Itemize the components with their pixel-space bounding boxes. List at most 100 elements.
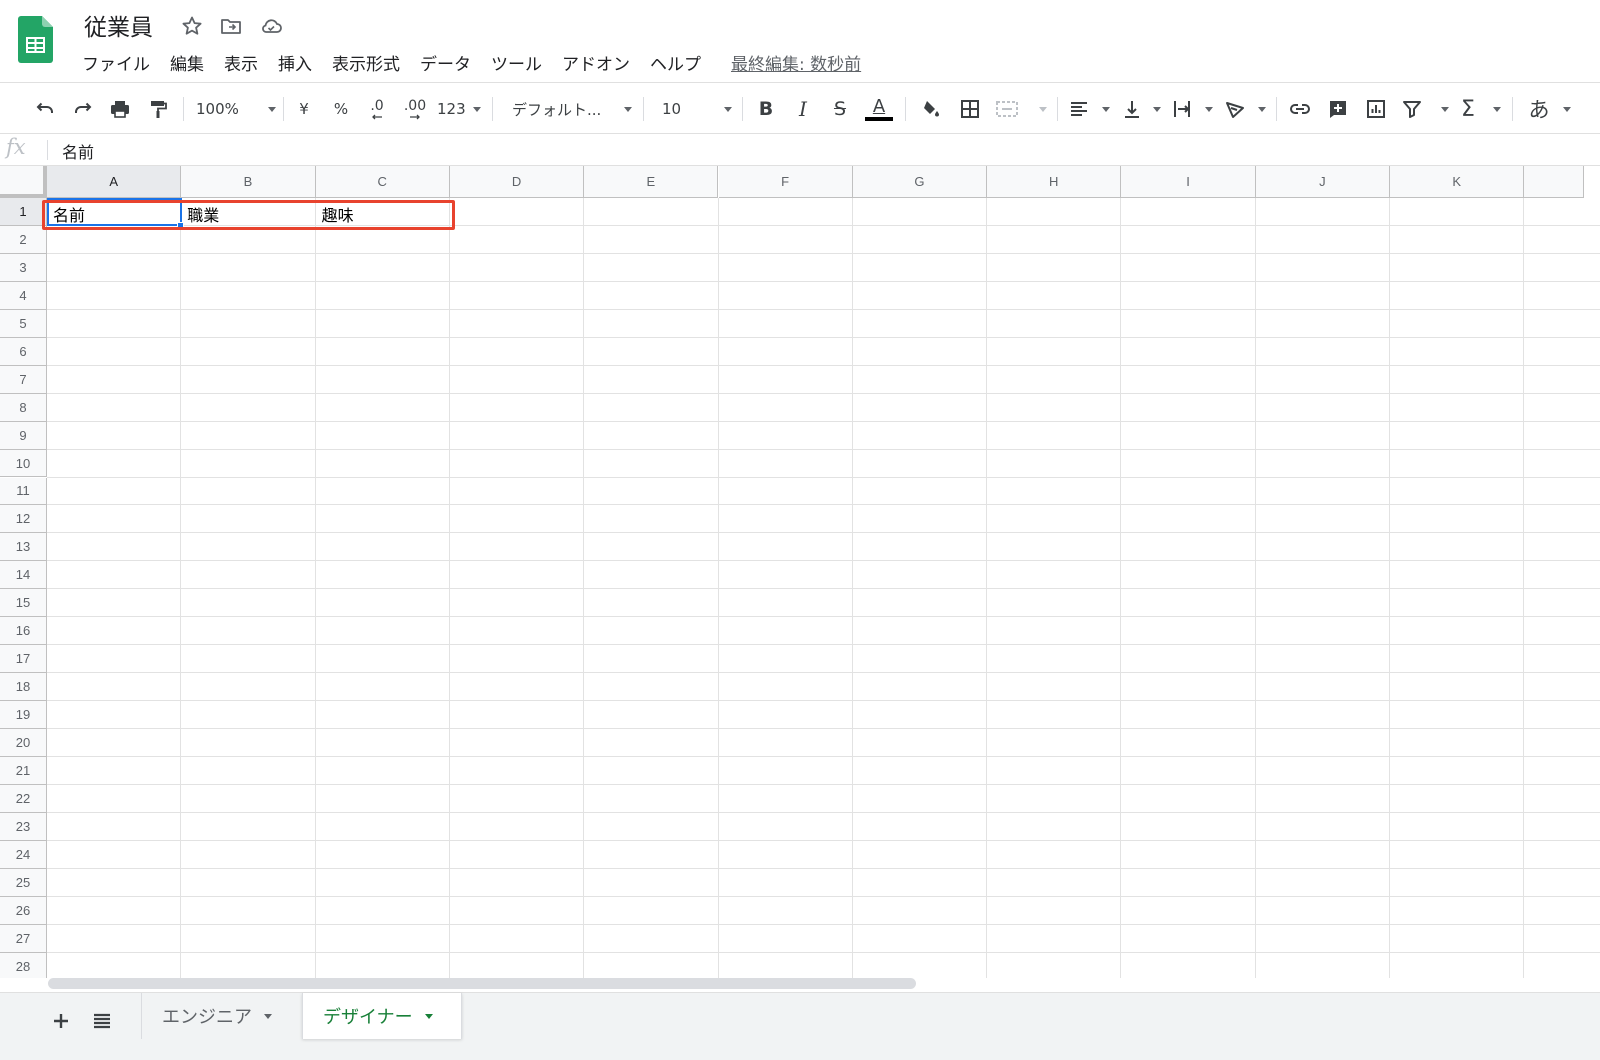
horizontal-align-button[interactable]: [1068, 95, 1110, 123]
spreadsheet-grid[interactable]: A B C D E F G H I J K 1 2 3 4 5 6 7 8 9 10 11 12 13 14 15 16 17 18 19…: [0, 166, 1600, 978]
title-bar: 従業員 ファイル 編集 表示 挿入 表示形式 データ ツール アドオン ヘルプ …: [0, 0, 1600, 82]
column-header-a[interactable]: A: [47, 166, 182, 198]
row-header-3[interactable]: 3: [0, 253, 47, 282]
row-header-19[interactable]: 19: [0, 701, 47, 730]
row-header-27[interactable]: 27: [0, 924, 47, 953]
row-header-4[interactable]: 4: [0, 281, 47, 310]
all-sheets-button[interactable]: [84, 1003, 120, 1039]
row-header-23[interactable]: 23: [0, 812, 47, 841]
input-tools-button[interactable]: あ: [1524, 95, 1554, 123]
zoom-select[interactable]: 100%: [196, 95, 276, 123]
font-family-select[interactable]: デフォルト...: [512, 95, 632, 123]
row-header-21[interactable]: 21: [0, 757, 47, 785]
insert-comment-icon[interactable]: [1324, 95, 1352, 123]
menu-help[interactable]: ヘルプ: [650, 50, 711, 75]
row-header-15[interactable]: 15: [0, 589, 47, 618]
bold-icon[interactable]: B: [752, 95, 780, 123]
star-icon[interactable]: [180, 14, 204, 38]
row-header-28[interactable]: 28: [0, 952, 47, 978]
text-wrapping-button[interactable]: [1171, 95, 1213, 123]
chevron-down-icon[interactable]: [424, 1013, 433, 1019]
column-header-h[interactable]: H: [987, 166, 1122, 198]
chevron-down-icon: [1258, 106, 1266, 112]
print-icon[interactable]: [106, 95, 134, 123]
document-title[interactable]: 従業員: [84, 8, 153, 42]
column-header-b[interactable]: B: [181, 166, 316, 198]
menu-addons[interactable]: アドオン: [562, 50, 640, 75]
strikethrough-icon[interactable]: S: [826, 95, 854, 123]
menu-file[interactable]: ファイル: [82, 50, 160, 75]
column-header-j[interactable]: J: [1255, 166, 1390, 198]
borders-icon[interactable]: [956, 95, 984, 123]
fill-color-icon[interactable]: [916, 95, 944, 123]
font-size-select[interactable]: 10: [662, 95, 732, 123]
row-header-20[interactable]: 20: [0, 729, 47, 757]
last-edit-link[interactable]: 最終編集: 数秒前: [731, 50, 861, 75]
column-header-e[interactable]: E: [584, 166, 719, 198]
horizontal-scrollbar[interactable]: [48, 978, 916, 989]
add-sheet-button[interactable]: [43, 1003, 79, 1039]
chevron-down-icon[interactable]: [264, 1013, 272, 1019]
text-rotation-button[interactable]: [1224, 95, 1266, 123]
row-header-12[interactable]: 12: [0, 505, 47, 534]
column-header-partial[interactable]: [1524, 166, 1585, 198]
list-icon: [94, 1013, 110, 1029]
insert-chart-icon[interactable]: [1362, 95, 1390, 123]
row-header-5[interactable]: 5: [0, 309, 47, 338]
menu-edit[interactable]: 編集: [170, 50, 214, 75]
column-header-i[interactable]: I: [1121, 166, 1256, 198]
currency-format-button[interactable]: ¥: [292, 95, 316, 123]
percent-format-button[interactable]: %: [329, 95, 353, 123]
column-header-c[interactable]: C: [315, 166, 450, 198]
sheets-logo-icon[interactable]: [18, 16, 53, 63]
input-tools-dropdown[interactable]: [1560, 95, 1574, 123]
functions-button[interactable]: Σ: [1461, 95, 1501, 123]
decrease-decimal-button[interactable]: .0: [362, 95, 392, 123]
chevron-down-icon: [724, 106, 732, 112]
menu-insert[interactable]: 挿入: [278, 50, 322, 75]
menu-tools[interactable]: ツール: [491, 50, 552, 75]
sheet-tab-designer[interactable]: デザイナー: [302, 993, 462, 1039]
number-format-select[interactable]: 123: [437, 95, 481, 123]
text-color-icon[interactable]: A: [864, 95, 894, 123]
select-all-corner[interactable]: [0, 166, 47, 198]
row-header-22[interactable]: 22: [0, 784, 47, 813]
column-header-g[interactable]: G: [852, 166, 988, 198]
row-header-7[interactable]: 7: [0, 365, 47, 394]
row-header-9[interactable]: 9: [0, 421, 47, 450]
row-header-2[interactable]: 2: [0, 225, 47, 254]
italic-icon[interactable]: I: [789, 95, 817, 123]
cloud-saved-icon[interactable]: [259, 14, 283, 38]
menu-data[interactable]: データ: [420, 50, 481, 75]
sheet-tab-engineer[interactable]: エンジニア: [141, 993, 301, 1039]
row-header-11[interactable]: 11: [0, 477, 47, 506]
paint-format-icon[interactable]: [144, 95, 172, 123]
redo-icon[interactable]: [69, 95, 97, 123]
row-header-6[interactable]: 6: [0, 337, 47, 366]
menu-view[interactable]: 表示: [224, 50, 268, 75]
row-header-1[interactable]: 1: [0, 198, 47, 226]
row-header-26[interactable]: 26: [0, 896, 47, 925]
row-header-13[interactable]: 13: [0, 533, 47, 562]
column-header-d[interactable]: D: [449, 166, 585, 198]
increase-decimal-button[interactable]: .00: [400, 95, 430, 123]
row-header-8[interactable]: 8: [0, 393, 47, 422]
filter-button[interactable]: [1401, 95, 1449, 123]
row-header-18[interactable]: 18: [0, 673, 47, 702]
merge-cells-button[interactable]: [995, 95, 1047, 123]
formula-input[interactable]: 名前: [62, 139, 94, 163]
move-folder-icon[interactable]: [219, 14, 243, 38]
undo-icon[interactable]: [31, 95, 59, 123]
row-header-25[interactable]: 25: [0, 868, 47, 897]
toolbar: 100% ¥ % .0 .00 123 デフォルト... 10 B I S A: [0, 82, 1600, 134]
menu-format[interactable]: 表示形式: [332, 50, 410, 75]
row-header-24[interactable]: 24: [0, 840, 47, 869]
insert-link-icon[interactable]: [1286, 95, 1314, 123]
row-header-16[interactable]: 16: [0, 617, 47, 646]
vertical-align-button[interactable]: [1121, 95, 1161, 123]
column-header-f[interactable]: F: [718, 166, 853, 198]
row-header-14[interactable]: 14: [0, 561, 47, 590]
row-header-17[interactable]: 17: [0, 645, 47, 674]
column-header-k[interactable]: K: [1390, 166, 1525, 198]
row-header-10[interactable]: 10: [0, 449, 47, 478]
